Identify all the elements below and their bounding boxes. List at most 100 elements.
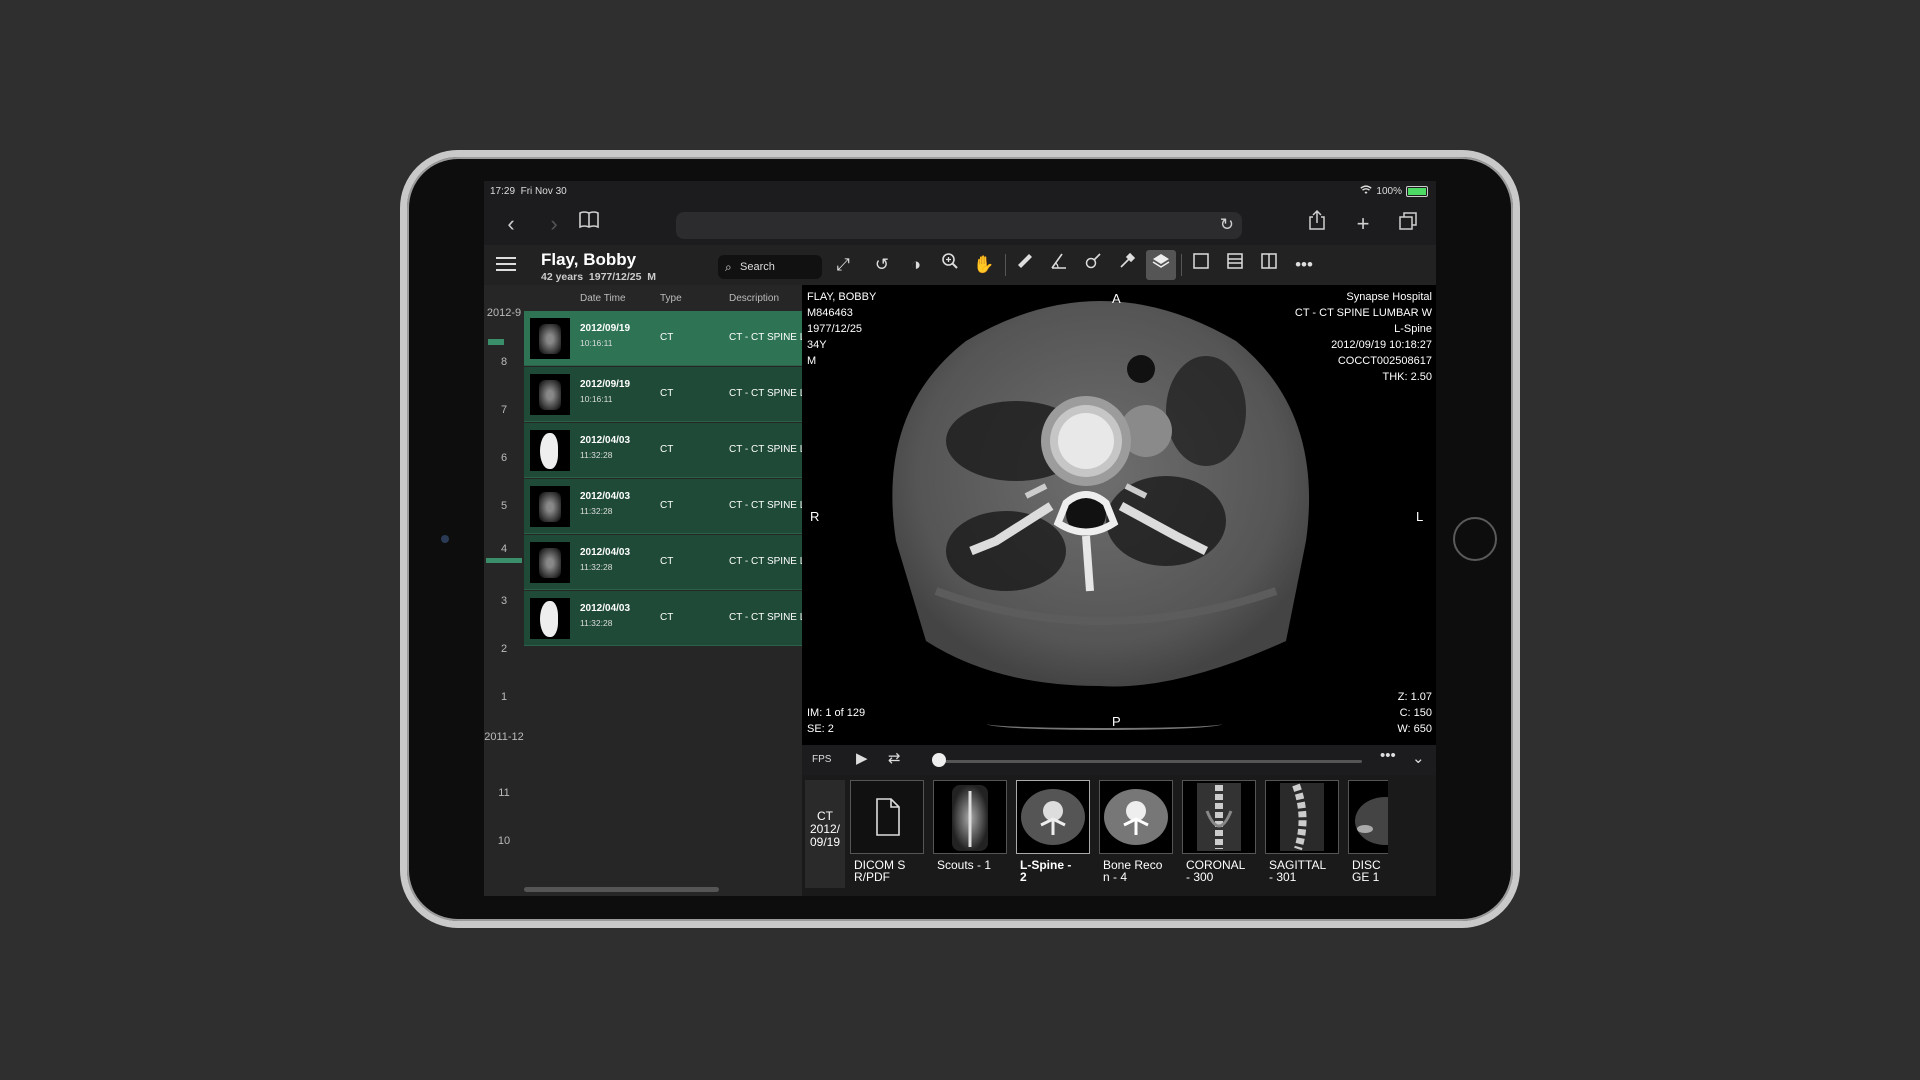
ruler-icon[interactable] (1010, 250, 1040, 280)
timeline-label[interactable]: 2 (484, 643, 524, 655)
bookmarks-icon[interactable] (574, 209, 604, 239)
hamburger-menu-icon[interactable] (496, 257, 516, 271)
orientation-bottom: P (1112, 714, 1121, 729)
search-button[interactable]: ⌕ Search (718, 255, 822, 279)
study-type: CT (660, 556, 674, 567)
layout-single-icon[interactable] (1186, 250, 1216, 280)
study-row[interactable]: 2012/04/03 11:32:28 CT CT - CT SPINE LUM… (524, 479, 802, 534)
study-date: 2012/04/03 (580, 603, 631, 614)
series-thumb-bone-recon[interactable]: Bone Reco n - 4 (1099, 780, 1173, 883)
roi-probe-icon[interactable] (1078, 250, 1108, 280)
study-description: CT - CT SPINE LUMBAR W (729, 444, 802, 455)
playback-more-icon[interactable]: ••• (1380, 747, 1396, 764)
orientation-top: A (1112, 291, 1121, 306)
search-label: Search (740, 261, 775, 273)
reload-icon[interactable]: ↻ (1220, 215, 1234, 235)
column-header-type[interactable]: Type (660, 293, 682, 304)
overlay-patient-id: M846463 (807, 307, 853, 319)
series-thumb-l-spine[interactable]: L-Spine -2 (1016, 780, 1090, 883)
study-row[interactable]: 2012/04/03 11:32:28 CT CT - CT SPINE LUM… (524, 535, 802, 590)
overlay-patient-name: FLAY, BOBBY (807, 291, 877, 303)
zoom-icon[interactable] (935, 250, 965, 280)
timeline-label[interactable]: 10 (484, 835, 524, 847)
study-thumbnail (530, 318, 570, 359)
eyedropper-icon[interactable] (1112, 250, 1142, 280)
column-header-description[interactable]: Description (729, 293, 779, 304)
study-thumbnail (530, 486, 570, 527)
tabs-icon[interactable] (1393, 209, 1423, 239)
more-options-icon[interactable]: ••• (1289, 250, 1319, 280)
study-row[interactable]: 2012/04/03 11:32:28 CT CT - CT SPINE LUM… (524, 591, 802, 646)
timeline-label[interactable]: 5 (484, 500, 524, 512)
study-date: 2012/04/03 (580, 547, 631, 558)
loop-icon[interactable]: ⇄ (888, 749, 901, 767)
image-viewport[interactable]: FLAY, BOBBY M846463 1977/12/25 34Y M Syn… (802, 285, 1436, 745)
address-bar[interactable]: ↻ (676, 212, 1242, 239)
series-thumb-coronal[interactable]: CORONAL - 300 (1182, 780, 1256, 883)
overlay-series-number: SE: 2 (807, 723, 834, 735)
timeline-label[interactable]: 3 (484, 595, 524, 607)
timeline-label[interactable]: 6 (484, 452, 524, 464)
timeline-label[interactable]: 4 (484, 543, 524, 555)
layers-icon[interactable] (1146, 250, 1176, 280)
ct-table-line (987, 718, 1222, 730)
study-type: CT (660, 332, 674, 343)
study-thumbnail (530, 542, 570, 583)
study-row[interactable]: 2012/09/19 10:16:11 CT CT - CT SPINE LUM… (524, 367, 802, 422)
new-tab-icon[interactable]: + (1348, 209, 1378, 239)
pan-hand-icon[interactable]: ✋ (969, 250, 999, 280)
overlay-center: C: 150 (1399, 707, 1432, 719)
timeline-label[interactable]: 2012-9 (484, 307, 524, 319)
series-label: L-Spine -2 (1020, 858, 1072, 884)
share-icon[interactable] (1302, 209, 1332, 239)
forward-icon[interactable]: › (539, 209, 569, 239)
overlay-dob: 1977/12/25 (807, 323, 863, 335)
study-type: CT (660, 500, 674, 511)
angle-icon[interactable] (1044, 250, 1074, 280)
study-row[interactable]: 2012/09/19 10:16:11 CT CT - CT SPINE LUM… (524, 311, 802, 366)
fullscreen-icon[interactable]: ⤢ (828, 250, 858, 280)
layout-rows-icon[interactable] (1220, 250, 1250, 280)
overlay-series-desc: L-Spine (1394, 323, 1432, 335)
column-header-datetime[interactable]: Date Time (580, 293, 626, 304)
overlay-zoom: Z: 1.07 (1397, 691, 1432, 703)
study-thumbnail (530, 374, 570, 415)
study-time: 11:32:28 (580, 618, 613, 628)
study-thumbnail (530, 430, 570, 471)
horizontal-scrollbar[interactable] (524, 887, 719, 892)
study-row[interactable]: 2012/04/03 11:32:28 CT CT - CT SPINE LUM… (524, 423, 802, 478)
series-label: CORONAL - 300 (1186, 858, 1246, 884)
overlay-image-index: IM: 1 of 129 (807, 707, 866, 719)
timeline-label[interactable]: 2011-12 (484, 731, 524, 743)
timeline-label[interactable]: 8 (484, 356, 524, 368)
series-strip: CT 2012/ 09/19 DICOM S R/PDF Scouts - 1 L… (802, 775, 1436, 896)
layout-columns-icon[interactable] (1254, 250, 1284, 280)
patient-sex: M (647, 271, 657, 283)
timeline[interactable]: 2012-9 8 7 6 5 4 3 2 1 2011-12 11 10 (484, 285, 524, 896)
study-description: CT - CT SPINE LUMBAR W (729, 612, 802, 623)
series-thumb-disc[interactable]: DISC GE 1 (1348, 780, 1388, 883)
study-description: CT - CT SPINE LUMBAR W (729, 556, 802, 567)
timeline-label[interactable]: 7 (484, 404, 524, 416)
playback-bar: FPS ▶ ⇄ ••• ⌄ (802, 745, 1436, 775)
timeline-label[interactable]: 1 (484, 691, 524, 703)
series-label: SAGITTAL - 301 (1269, 858, 1327, 884)
series-thumb-scouts[interactable]: Scouts - 1 (933, 780, 1007, 871)
overlay-age: 34Y (807, 339, 827, 351)
fps-button[interactable]: FPS (812, 754, 831, 765)
frame-slider[interactable] (938, 760, 1362, 763)
timeline-label[interactable]: 11 (484, 787, 524, 799)
window-level-icon[interactable]: ◑ (901, 250, 931, 280)
series-thumb-dicom-sr[interactable]: DICOM S R/PDF (850, 780, 924, 883)
rotate-icon[interactable]: ↺ (867, 250, 897, 280)
overlay-thickness: THK: 2.50 (1382, 371, 1432, 383)
series-label: DISC GE 1 (1352, 858, 1381, 883)
study-tag: CT 2012/ 09/19 (805, 780, 845, 888)
series-thumb-sagittal[interactable]: SAGITTAL - 301 (1265, 780, 1339, 883)
frame-slider-handle[interactable] (932, 753, 946, 767)
home-button[interactable] (1453, 517, 1497, 561)
back-icon[interactable]: ‹ (496, 209, 526, 239)
collapse-chevron-icon[interactable]: ⌄ (1412, 749, 1425, 767)
battery-icon (1406, 186, 1428, 197)
play-icon[interactable]: ▶ (856, 749, 868, 767)
